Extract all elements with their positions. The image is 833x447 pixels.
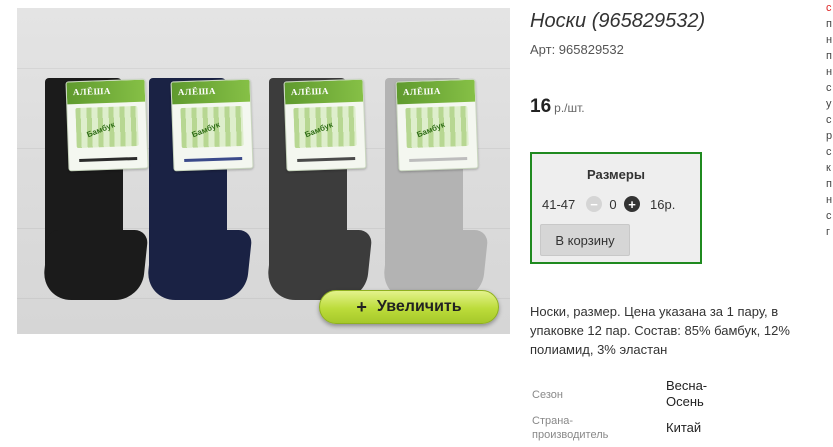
product-description: Носки, размер. Цена указана за 1 пару, в… xyxy=(530,304,790,357)
price-value: 16 xyxy=(530,96,552,117)
size-label: 41-47 xyxy=(542,196,576,212)
package-card: АЛЁША Бамбук xyxy=(170,78,254,172)
article-number: Арт: 965829532 xyxy=(530,42,624,57)
property-value: Китай xyxy=(666,420,702,435)
product-photo[interactable]: АЛЁША Бамбук АЛЁША Бамбук АЛЁША Бамбук А… xyxy=(17,8,510,334)
property-key: Сезон xyxy=(532,389,563,401)
zoom-button[interactable]: + Увеличить xyxy=(319,290,499,324)
package-card: АЛЁША Бамбук xyxy=(283,78,367,172)
wood-plank-line xyxy=(17,68,510,69)
package-card: АЛЁША Бамбук xyxy=(65,78,149,172)
package-card: АЛЁША Бамбук xyxy=(395,78,479,172)
add-to-cart-button[interactable]: В корзину xyxy=(540,224,630,256)
sizes-panel: Размеры 41-47 − 0 + 16р. В корзину xyxy=(530,152,702,264)
plus-icon: + xyxy=(356,296,367,317)
minus-icon[interactable]: − xyxy=(586,196,602,212)
quantity-value: 0 xyxy=(609,196,617,212)
property-value: Весна-Осень xyxy=(666,378,708,409)
price-unit: р./шт. xyxy=(554,101,585,115)
clipped-side-text: с п н п н с у с р с к п н с г xyxy=(826,2,833,238)
line-price: 16р. xyxy=(650,196,676,212)
property-key: Страна-производитель xyxy=(532,415,609,441)
sizes-title: Размеры xyxy=(587,167,645,182)
price: 16 р./шт. xyxy=(530,96,585,118)
size-row: 41-47 − 0 + 16р. xyxy=(542,196,675,212)
plus-icon[interactable]: + xyxy=(624,196,640,212)
zoom-button-label: Увеличить xyxy=(376,298,462,315)
product-title: Носки (965829532) xyxy=(530,10,706,32)
